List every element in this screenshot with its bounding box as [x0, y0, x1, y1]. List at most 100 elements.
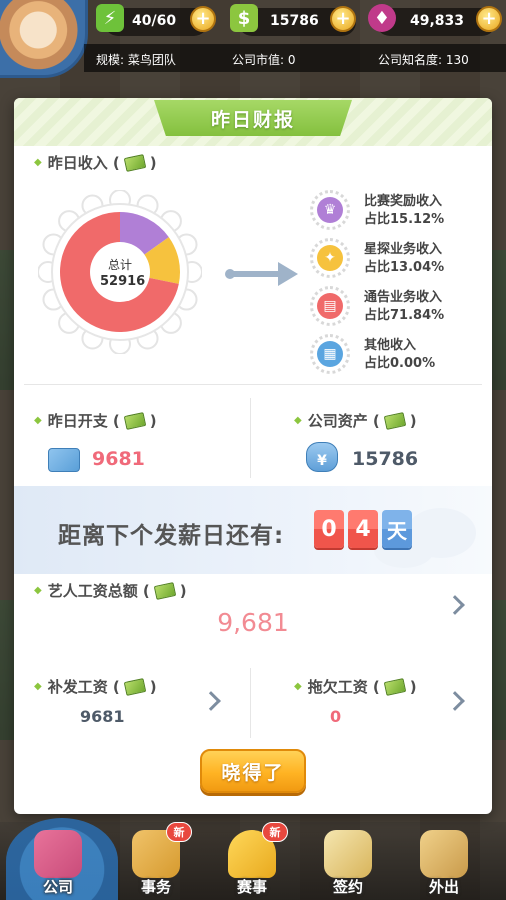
money-icon [383, 677, 407, 696]
expense-value: 9681 [92, 448, 145, 470]
add-gem-button[interactable]: + [476, 6, 502, 32]
gem-value: 49,833 [410, 13, 465, 29]
legend-name: 其他收入 [364, 338, 417, 353]
cash-value: 15786 [270, 13, 319, 29]
bullet-icon: ◆ [34, 681, 42, 692]
backpay-title-text: 补发工资 ( [47, 678, 120, 696]
money-icon [153, 581, 177, 600]
arrears-value: 0 [330, 707, 342, 726]
wage-total-title-close: ) [179, 581, 187, 600]
wage-total-value: 9,681 [217, 608, 289, 637]
wallet-icon [48, 448, 80, 472]
company-fame: 公司知名度: 130 [378, 53, 469, 67]
nav-item-sign[interactable]: 签约 [302, 822, 394, 900]
money-icon [123, 411, 147, 430]
star-scout-icon: ✦ [317, 245, 343, 271]
legend-name: 星探业务收入 [364, 242, 443, 257]
legend-pct: 占比13.04% [364, 260, 445, 275]
arrears-title-text: 拖欠工资 ( [307, 678, 380, 696]
legend-badge: ✦ [310, 238, 350, 278]
countdown-digit: 4 [348, 510, 378, 548]
add-cash-button[interactable]: + [330, 6, 356, 32]
gift-box-icon [34, 830, 82, 878]
legend-item: ♛ 比赛奖励收入 占比15.12% [310, 188, 480, 234]
energy-value: 40/60 [132, 13, 177, 29]
gem-icon: ♦ [368, 4, 396, 32]
bottom-nav: 公司 新 事务 新 赛事 签约 外出 [0, 818, 506, 900]
arrears-title-close: ) [409, 677, 417, 696]
income-title-text: 昨日收入 ( [47, 154, 120, 172]
wage-total-title-text: 艺人工资总额 ( [47, 582, 150, 600]
income-section-title: ◆ 昨日收入 ( ) [34, 152, 157, 173]
nav-item-events[interactable]: 新 赛事 [206, 822, 298, 900]
add-energy-button[interactable]: + [190, 6, 216, 32]
nav-label: 公司 [42, 878, 73, 896]
money-icon [123, 153, 147, 172]
expense-title-close: ) [149, 411, 157, 430]
assets-title-close: ) [409, 411, 417, 430]
arrow-right-icon [225, 262, 298, 286]
legend-item: ✦ 星探业务收入 占比13.04% [310, 236, 480, 282]
trophy-icon: ♛ [317, 197, 343, 223]
money-icon [123, 677, 147, 696]
door-icon [420, 830, 468, 878]
nav-item-outing[interactable]: 外出 [398, 822, 490, 900]
legend-badge: ▤ [310, 286, 350, 326]
cash-icon: $ [230, 4, 258, 32]
legend-pct: 占比15.12% [364, 212, 445, 227]
legend-pct: 占比71.84% [364, 308, 445, 323]
payday-countdown-text: 距离下个发薪日还有: [58, 523, 285, 549]
ok-button[interactable]: 晓得了 [200, 749, 306, 793]
lightning-icon: ⚡ [96, 4, 124, 32]
countdown-unit: 天 [382, 510, 412, 548]
money-bag-icon: ¥ [306, 442, 338, 472]
legend-badge: ♛ [310, 190, 350, 230]
legend-item: ▦ 其他收入 占比0.00% [310, 332, 480, 378]
top-hud: ⚡ 40/60 + $ 15786 + ♦ 49,833 + 规模: 菜鸟团队 … [0, 0, 506, 78]
expense-section-title: ◆ 昨日开支 ( ) [34, 410, 157, 431]
wage-total-section-title: ◆ 艺人工资总额 ( ) [34, 580, 187, 601]
divider [24, 384, 482, 385]
dialog-title: 昨日财报 [154, 100, 352, 136]
yesterday-report-dialog: 昨日财报 ◆ 昨日收入 ( ) 总计 52916 ♛ 比赛奖励收入 占比15.1… [14, 98, 492, 814]
bullet-icon: ◆ [34, 157, 42, 168]
company-scale: 规模: 菜鸟团队 [96, 53, 176, 67]
player-avatar[interactable] [0, 0, 88, 78]
divider [250, 668, 251, 738]
assets-value: 15786 [352, 448, 419, 470]
nav-item-company[interactable]: 公司 [12, 822, 104, 900]
arrears-chevron-right-icon[interactable] [445, 691, 465, 711]
backpay-title-close: ) [149, 677, 157, 696]
new-badge: 新 [166, 822, 192, 842]
nav-label: 事务 [140, 878, 171, 896]
income-title-close: ) [149, 153, 157, 172]
legend-name: 比赛奖励收入 [364, 194, 443, 209]
company-info-strip: 规模: 菜鸟团队 公司市值: 0 公司知名度: 130 [84, 44, 506, 72]
donut-total-label: 总计 [108, 258, 133, 272]
arrears-section-title: ◆ 拖欠工资 ( ) [294, 676, 417, 697]
donut-total-value: 52916 [100, 274, 146, 289]
bullet-icon: ◆ [294, 681, 302, 692]
company-market-value: 公司市值: 0 [232, 53, 296, 67]
dialog-header: 昨日财报 [14, 98, 492, 146]
grid-icon: ▦ [317, 341, 343, 367]
clapperboard-icon: ▤ [317, 293, 343, 319]
expense-title-text: 昨日开支 ( [47, 412, 120, 430]
legend-name: 通告业务收入 [364, 290, 443, 305]
assets-title-text: 公司资产 ( [307, 412, 380, 430]
bullet-icon: ◆ [34, 585, 42, 596]
new-badge: 新 [262, 822, 288, 842]
handshake-icon [324, 830, 372, 878]
nav-label: 签约 [332, 878, 363, 896]
backpay-value: 9681 [80, 707, 125, 726]
legend-badge: ▦ [310, 334, 350, 374]
countdown-digit: 0 [314, 510, 344, 548]
bullet-icon: ◆ [294, 415, 302, 426]
nav-label: 外出 [428, 878, 459, 896]
backpay-chevron-right-icon[interactable] [201, 691, 221, 711]
legend-item: ▤ 通告业务收入 占比71.84% [310, 284, 480, 330]
legend-pct: 占比0.00% [364, 356, 436, 371]
backpay-section-title: ◆ 补发工资 ( ) [34, 676, 157, 697]
bullet-icon: ◆ [34, 415, 42, 426]
nav-item-affairs[interactable]: 新 事务 [110, 822, 202, 900]
